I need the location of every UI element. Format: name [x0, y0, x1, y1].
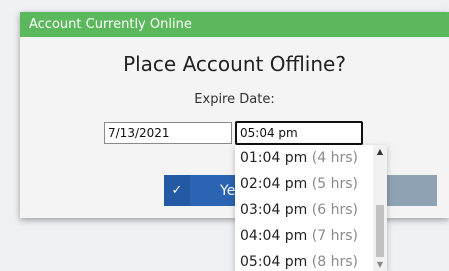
time-option-hours: (7 hrs): [311, 228, 358, 244]
time-option-hours: (6 hrs): [311, 202, 358, 218]
expire-time-input[interactable]: [235, 121, 363, 145]
time-options-list: 01:04 pm (4 hrs) 02:04 pm (5 hrs) 03:04 …: [235, 145, 387, 271]
yes-button-label: Ye: [220, 182, 236, 199]
time-option[interactable]: 04:04 pm (7 hrs): [235, 223, 387, 249]
time-option[interactable]: 05:04 pm (8 hrs): [235, 249, 387, 271]
scroll-thumb[interactable]: [376, 205, 384, 257]
dialog-title: Account Currently Online: [29, 17, 192, 32]
time-option-time: 03:04 pm: [240, 202, 308, 218]
time-dropdown[interactable]: 01:04 pm (4 hrs) 02:04 pm (5 hrs) 03:04 …: [235, 145, 387, 271]
time-option[interactable]: 01:04 pm (4 hrs): [235, 145, 387, 171]
dialog-titlebar: Account Currently Online: [20, 12, 449, 37]
time-option-hours: (8 hrs): [311, 254, 358, 270]
expire-date-label: Expire Date:: [194, 92, 275, 107]
time-option-time: 04:04 pm: [240, 228, 308, 244]
time-option-time: 05:04 pm: [240, 254, 308, 270]
time-option-hours: (4 hrs): [311, 150, 358, 166]
dialog-heading: Place Account Offline?: [123, 52, 346, 76]
scroll-up-arrow-icon[interactable]: ▲: [373, 147, 387, 156]
time-option[interactable]: 02:04 pm (5 hrs): [235, 171, 387, 197]
scroll-down-arrow-icon[interactable]: ▼: [373, 260, 387, 269]
checkmark-icon: ✓: [164, 175, 190, 206]
time-option-time: 01:04 pm: [240, 150, 308, 166]
dropdown-scrollbar[interactable]: ▲ ▼: [373, 145, 387, 271]
expire-date-input[interactable]: [104, 122, 232, 144]
time-option-time: 02:04 pm: [240, 176, 308, 192]
time-option[interactable]: 03:04 pm (6 hrs): [235, 197, 387, 223]
time-option-hours: (5 hrs): [311, 176, 358, 192]
